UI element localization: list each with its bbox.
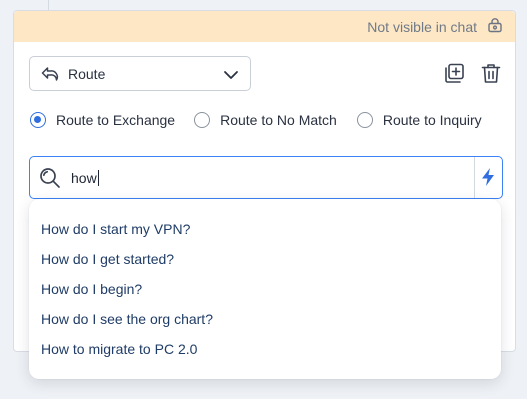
- route-type-group: Route to Exchange Route to No Match Rout…: [30, 112, 482, 128]
- visibility-banner: Not visible in chat: [14, 11, 515, 42]
- search-divider: [474, 157, 475, 198]
- radio-route-no-match[interactable]: Route to No Match: [194, 112, 337, 128]
- route-arrow-icon: [41, 66, 59, 82]
- radio-route-inquiry[interactable]: Route to Inquiry: [356, 112, 482, 128]
- lightning-icon[interactable]: [480, 167, 496, 187]
- trash-icon[interactable]: [481, 63, 501, 89]
- radio-route-exchange[interactable]: Route to Exchange: [30, 112, 175, 128]
- radio-label: Route to Exchange: [56, 112, 176, 128]
- visibility-text: Not visible in chat: [367, 18, 477, 35]
- lock-eye-icon: [487, 17, 503, 36]
- radio-label: Route to Inquiry: [382, 112, 482, 128]
- radio-dot: [30, 112, 46, 128]
- suggestion-item[interactable]: How do I get started?: [29, 248, 501, 278]
- search-field[interactable]: how: [29, 156, 503, 199]
- route-select[interactable]: Route: [29, 56, 251, 91]
- radio-dot: [356, 112, 373, 128]
- suggestion-item[interactable]: How do I start my VPN?: [29, 218, 501, 248]
- text-caret: [97, 169, 99, 186]
- copy-plus-icon[interactable]: [444, 63, 465, 89]
- search-input[interactable]: how: [71, 169, 99, 186]
- suggestion-item[interactable]: How do I begin?: [29, 278, 501, 308]
- suggestion-item[interactable]: How do I see the org chart?: [29, 308, 501, 338]
- chevron-down-icon: [223, 68, 239, 80]
- route-select-value: Route: [68, 65, 106, 82]
- connector-line: [48, 0, 49, 10]
- radio-label: Route to No Match: [220, 112, 337, 128]
- search-icon: [39, 167, 61, 189]
- search-value: how: [71, 169, 97, 186]
- suggestion-item[interactable]: How to migrate to PC 2.0: [29, 338, 501, 368]
- suggestions-dropdown: How do I start my VPN? How do I get star…: [29, 199, 501, 379]
- radio-dot: [194, 112, 211, 128]
